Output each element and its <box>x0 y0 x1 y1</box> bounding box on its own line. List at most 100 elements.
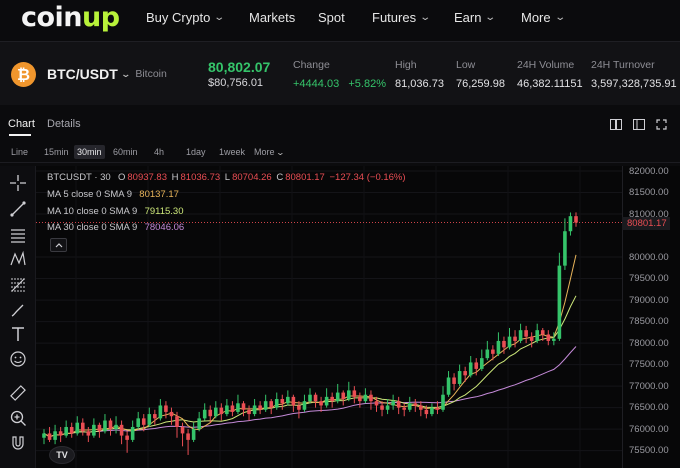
price-tick: 77500.00 <box>629 359 669 370</box>
fibonacci-icon[interactable] <box>9 276 27 294</box>
timeframe-4h[interactable]: 4h <box>151 145 167 159</box>
candle-body <box>280 399 285 404</box>
pair-selector[interactable]: BTC/USDT ⌄ Bitcoin <box>47 66 167 82</box>
pattern-icon[interactable] <box>9 250 27 268</box>
text-icon[interactable] <box>9 325 27 343</box>
logo[interactable]: coinup <box>21 2 120 33</box>
legend-low-label: L <box>224 172 231 183</box>
candle-body <box>391 401 395 406</box>
layout-icon[interactable] <box>633 119 645 133</box>
tab-chart[interactable]: Chart <box>8 118 35 130</box>
legend-symbol: BTCUSDT · 30 <box>47 172 111 183</box>
ma5-label: MA 5 close 0 SMA 9 <box>47 189 133 200</box>
nav-futures[interactable]: Futures ⌄ <box>372 10 431 25</box>
split-view-icon[interactable] <box>610 119 622 133</box>
candle-body <box>225 405 229 415</box>
crosshair-icon[interactable] <box>9 174 27 192</box>
price-tick: 76000.00 <box>629 424 669 435</box>
candle-body <box>446 377 451 395</box>
horizontal-lines-icon[interactable] <box>9 226 27 244</box>
nav-more[interactable]: More ⌄ <box>521 10 566 25</box>
drawing-toolbar <box>0 166 36 468</box>
candle-body <box>463 371 467 376</box>
candle-body <box>164 405 168 412</box>
candle-body <box>186 433 190 440</box>
price-tick: 81500.00 <box>629 187 669 198</box>
price-tick: 78000.00 <box>629 338 669 349</box>
candle-body <box>58 431 63 436</box>
nav-spot[interactable]: Spot <box>318 10 345 25</box>
ma5-line <box>43 254 577 438</box>
timeframe-60min[interactable]: 60min <box>110 145 141 159</box>
price-axis[interactable]: 82000.00 81500.00 81000.00 80000.00 7950… <box>622 166 680 468</box>
tab-active-indicator <box>9 134 31 136</box>
chevron-down-icon: ⌄ <box>213 12 226 23</box>
candle-body <box>69 426 74 434</box>
candle-body <box>230 405 235 412</box>
candle-body <box>108 420 113 430</box>
stat-24h-turnover: 24H Turnover 3,597,328,735.91 <box>591 59 677 90</box>
candle-body <box>435 407 440 410</box>
candle-body <box>574 216 578 223</box>
candle-body <box>330 396 334 402</box>
chevron-up-icon <box>55 243 62 248</box>
ma5-legend: MA 5 close 0 SMA 9 80137.17 <box>47 189 181 200</box>
candle-body <box>529 336 534 341</box>
stat-label: Low <box>456 59 476 71</box>
zoom-in-icon[interactable] <box>9 409 27 427</box>
candle-body <box>103 420 107 432</box>
candle-body <box>130 426 135 440</box>
candle-body <box>319 401 323 406</box>
top-navigation: coinup Buy Crypto ⌄ Markets Spot Futures ⌄… <box>0 0 680 36</box>
candle-body <box>169 411 174 417</box>
candle-body <box>524 330 528 337</box>
timeframe-15min[interactable]: 15min <box>41 145 72 159</box>
candle-body <box>380 405 384 410</box>
timeframe-selector: Line 15min 30min 60min 4h 1day 1week Mor… <box>0 141 680 163</box>
price-tick: 82000.00 <box>629 166 669 177</box>
stat-value: 76,259.98 <box>456 78 505 90</box>
candle-body <box>407 403 412 410</box>
timeframe-30min[interactable]: 30min <box>74 145 105 159</box>
chevron-down-icon: ⌄ <box>120 68 131 79</box>
timeframe-1day[interactable]: 1day <box>183 145 209 159</box>
chevron-down-icon: ⌄ <box>275 148 286 157</box>
legend-low: 80704.26 <box>232 172 272 183</box>
ohlc-legend: BTCUSDT · 30 O 80937.83 H 81036.73 L 80704.… <box>47 172 408 183</box>
stat-change: Change +4444.03 +5.82% <box>293 59 386 90</box>
legend-collapse-button[interactable] <box>50 238 67 252</box>
candle-body <box>358 396 362 402</box>
candle-body <box>385 405 390 410</box>
candle-body <box>297 405 301 410</box>
brush-icon[interactable] <box>9 301 27 319</box>
candle-body <box>441 394 445 410</box>
chart-tabs: Chart Details <box>0 112 680 138</box>
ma10-legend: MA 10 close 0 SMA 9 79115.30 <box>47 206 186 217</box>
candle-body <box>42 433 46 438</box>
candle-body <box>197 418 201 430</box>
candle-body <box>269 401 274 408</box>
trend-line-icon[interactable] <box>9 200 27 218</box>
ruler-icon[interactable] <box>9 384 27 402</box>
legend-open-label: O <box>117 172 126 183</box>
nav-buy-crypto[interactable]: Buy Crypto ⌄ <box>146 10 226 25</box>
timeframe-line[interactable]: Line <box>8 145 31 159</box>
candle-body <box>479 358 484 369</box>
tradingview-logo[interactable]: TV <box>49 446 75 464</box>
candle-body <box>247 409 251 415</box>
candle-body <box>396 401 401 408</box>
candle-body <box>114 424 118 430</box>
candle-body <box>430 407 434 415</box>
timeframe-more[interactable]: More ⌄ <box>251 145 287 159</box>
candle-body <box>241 403 246 410</box>
candle-body <box>341 392 346 400</box>
magnet-icon[interactable] <box>9 434 27 452</box>
fullscreen-icon[interactable] <box>656 119 667 133</box>
nav-markets[interactable]: Markets <box>249 10 295 25</box>
timeframe-1week[interactable]: 1week <box>216 145 248 159</box>
emoji-icon[interactable] <box>9 350 27 368</box>
nav-earn[interactable]: Earn ⌄ <box>454 10 497 25</box>
last-price: 80,802.07 <box>208 59 271 75</box>
tab-details[interactable]: Details <box>47 118 81 130</box>
candle-body <box>507 336 512 348</box>
